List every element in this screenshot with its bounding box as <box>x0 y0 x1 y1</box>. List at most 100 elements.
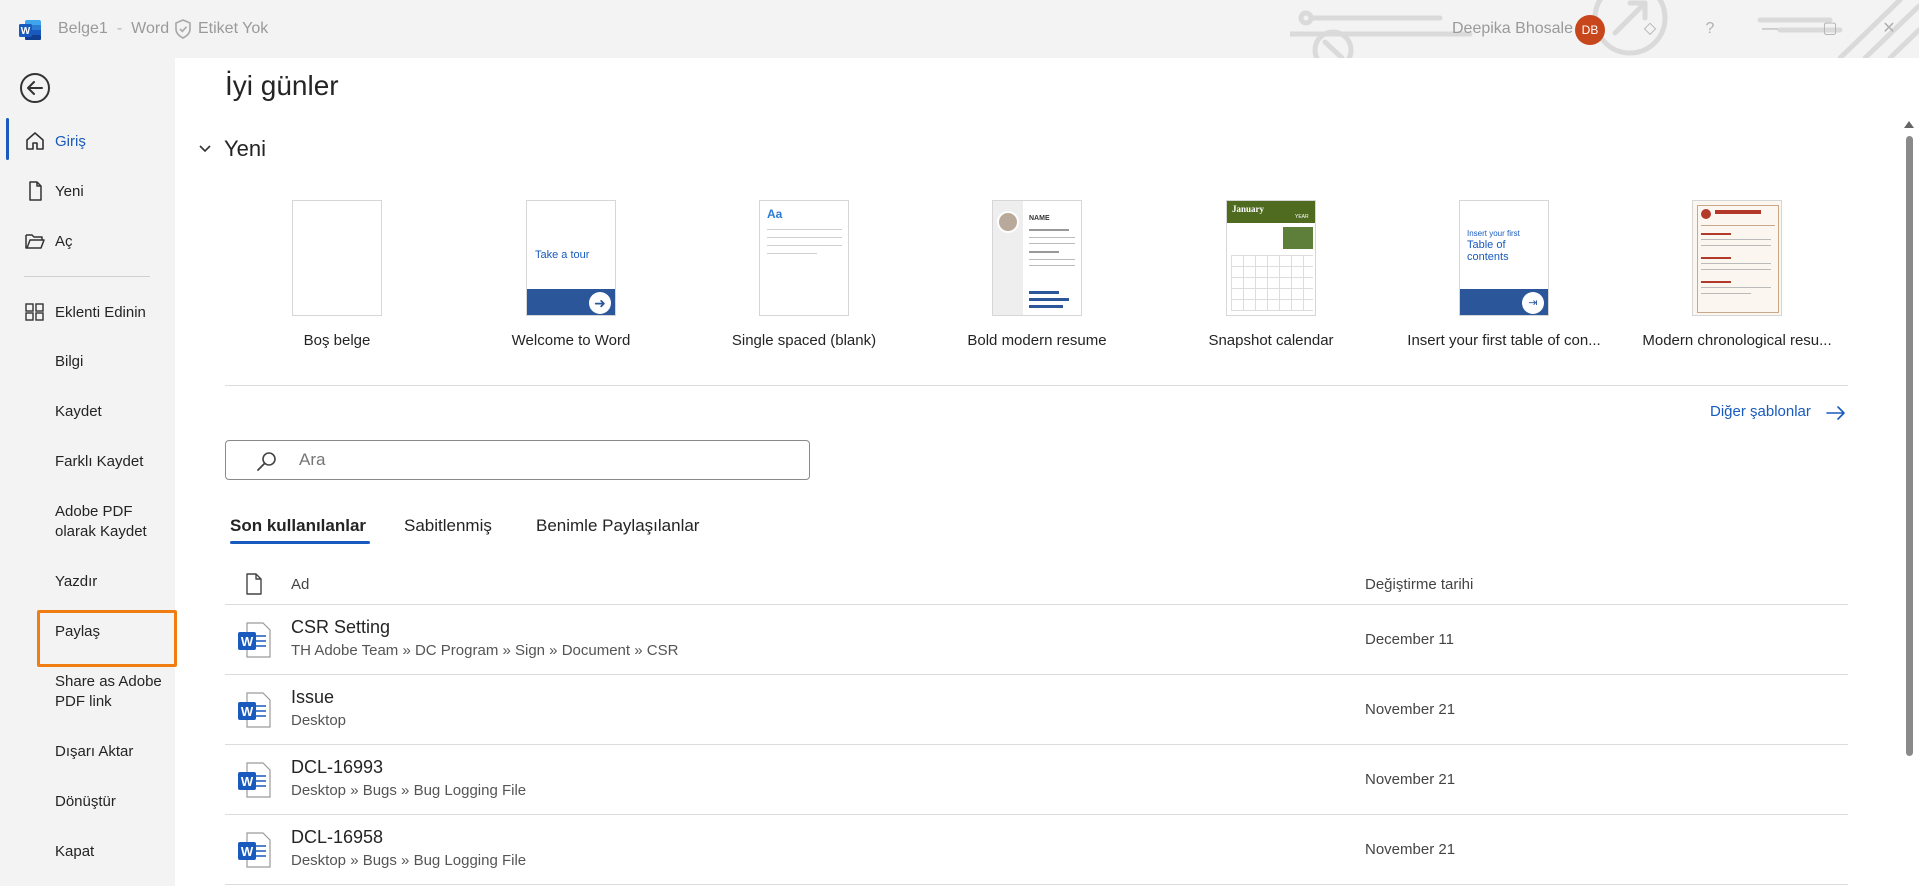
arrow-right-icon: ➜ <box>589 292 611 314</box>
divider <box>225 385 1848 386</box>
table-row[interactable]: W DCL-16958 Desktop » Bugs » Bug Logging… <box>225 815 1848 885</box>
close-button[interactable]: ✕ <box>1876 16 1902 42</box>
scrollbar-thumb[interactable] <box>1906 136 1913 756</box>
page-title: İyi günler <box>225 70 339 101</box>
thumb-year: YEAR <box>1295 214 1309 220</box>
svg-text:W: W <box>21 26 31 37</box>
sidebar-item-open[interactable]: Aç <box>0 221 175 261</box>
document-name: Belge1 <box>58 20 108 37</box>
template-thumbnail[interactable]: Take a tour ➜ <box>526 200 616 316</box>
sidebar-item-label: Giriş <box>55 133 86 150</box>
file-path: Desktop <box>291 712 347 729</box>
template-thumbnail[interactable]: Insert your first Table of contents ⇥ <box>1459 200 1549 316</box>
svg-text:W: W <box>241 844 254 859</box>
window-title: Belge1- Word <box>58 20 169 38</box>
arrow-right-icon[interactable] <box>1826 405 1846 421</box>
word-document-icon: W <box>238 832 271 868</box>
diamond-icon[interactable]: ◇ <box>1637 16 1663 42</box>
active-tab-underline <box>230 541 370 544</box>
table-row[interactable]: W DCL-16993 Desktop » Bugs » Bug Logging… <box>225 745 1848 815</box>
template-thumbnail[interactable]: Aa <box>759 200 849 316</box>
app-name: Word <box>131 20 170 37</box>
tab-shared-with-me[interactable]: Benimle Paylaşılanlar <box>536 516 699 536</box>
template-name: Snapshot calendar <box>1208 332 1334 349</box>
sidebar-item-save[interactable]: Kaydet <box>55 402 170 422</box>
template-thumbnail[interactable] <box>292 200 382 316</box>
minimize-button[interactable]: — <box>1757 16 1783 42</box>
search-box[interactable] <box>225 440 810 480</box>
sidebar-item-export[interactable]: Dışarı Aktar <box>55 742 170 762</box>
sidebar-item-share-adobe-pdf-link[interactable]: Share as Adobe PDF link <box>55 672 173 712</box>
photo-placeholder <box>997 211 1019 233</box>
file-date: November 21 <box>1365 701 1456 718</box>
chevron-down-icon[interactable] <box>198 142 212 156</box>
word-document-icon: W <box>238 692 271 728</box>
sidebar-item-add-ins[interactable]: Eklenti Edinin <box>0 292 175 332</box>
table-row[interactable]: W CSR Setting TH Adobe Team » DC Program… <box>225 605 1848 675</box>
file-name: DCL-16993 <box>291 757 384 777</box>
tab-pinned[interactable]: Sabitlenmiş <box>404 516 492 536</box>
thumb-text: Insert your first <box>1467 229 1520 238</box>
file-date: December 11 <box>1365 631 1454 648</box>
new-document-icon <box>29 181 42 201</box>
template-thumbnail[interactable]: January YEAR <box>1226 200 1316 316</box>
word-document-icon: W <box>238 622 271 658</box>
search-input[interactable] <box>299 447 779 473</box>
home-icon <box>26 132 44 150</box>
sidebar-item-close[interactable]: Kapat <box>55 842 170 862</box>
user-name[interactable]: Deepika Bhosale <box>1452 20 1573 38</box>
file-name: Issue <box>291 687 335 707</box>
thumb-text: January <box>1232 204 1265 214</box>
tab-recent[interactable]: Son kullanılanlar <box>230 516 366 536</box>
column-name-header[interactable]: Ad <box>291 576 309 593</box>
file-path: Desktop » Bugs » Bug Logging File <box>291 782 527 799</box>
sidebar-item-new[interactable]: Yeni <box>0 171 175 211</box>
title-separator: - <box>116 20 123 37</box>
file-path: TH Adobe Team » DC Program » Sign » Docu… <box>291 642 679 659</box>
template-name: Single spaced (blank) <box>731 332 877 349</box>
scroll-up-icon[interactable] <box>1904 120 1914 128</box>
template-thumbnail[interactable] <box>1692 200 1782 316</box>
sidebar-item-save-as[interactable]: Farklı Kaydet <box>55 452 170 472</box>
sidebar-item-label: Eklenti Edinin <box>55 304 146 321</box>
template-thumbnail[interactable]: NAME <box>992 200 1082 316</box>
help-button[interactable]: ? <box>1697 16 1723 42</box>
sensitivity-shield-icon[interactable] <box>174 19 192 39</box>
user-avatar[interactable]: DB <box>1575 15 1605 45</box>
section-title: Yeni <box>224 136 267 161</box>
thumb-text: Aa <box>767 207 783 221</box>
sidebar-item-transform[interactable]: Dönüştür <box>55 792 170 812</box>
file-date: November 21 <box>1365 771 1456 788</box>
search-icon <box>257 452 276 471</box>
svg-text:W: W <box>241 704 254 719</box>
add-ins-icon <box>25 303 44 321</box>
template-name: Welcome to Word <box>511 332 631 349</box>
sidebar-item-print[interactable]: Yazdır <box>55 572 170 592</box>
file-name: DCL-16958 <box>291 827 384 847</box>
back-button[interactable] <box>20 73 50 103</box>
column-date-header[interactable]: Değiştirme tarihi <box>1365 576 1473 593</box>
maximize-button[interactable]: ▢ <box>1817 16 1843 42</box>
arrow-left-icon <box>27 81 43 95</box>
thumb-text: Take a tour <box>535 249 590 261</box>
template-name: Boş belge <box>303 332 371 349</box>
sidebar-item-info[interactable]: Bilgi <box>55 352 170 372</box>
open-folder-icon <box>25 234 45 249</box>
sidebar-item-label: Yeni <box>55 183 84 200</box>
more-templates-link[interactable]: Diğer şablonlar <box>1710 403 1811 420</box>
sidebar-item-save-as-adobe-pdf[interactable]: Adobe PDF olarak Kaydet <box>55 502 155 542</box>
word-logo-icon: W <box>19 20 41 40</box>
sensitivity-label[interactable]: Etiket Yok <box>198 20 268 38</box>
table-row[interactable]: W Issue Desktop November 21 <box>225 675 1848 745</box>
title-bar: W Belge1- Word Etiket Yok Deepika Bhosale… <box>0 0 1919 58</box>
svg-text:W: W <box>241 634 254 649</box>
file-name: CSR Setting <box>291 617 391 637</box>
sidebar-divider <box>24 276 150 277</box>
template-name: Insert your first table of con... <box>1407 332 1601 349</box>
file-list-header: Ad Değiştirme tarihi <box>225 565 1848 605</box>
thumb-text: NAME <box>1029 215 1050 222</box>
sidebar-item-home[interactable]: Giriş <box>0 121 175 161</box>
thumb-text-2: Table of contents <box>1467 239 1509 263</box>
highlight-outline <box>37 610 177 667</box>
sidebar-item-label: Aç <box>55 233 73 250</box>
